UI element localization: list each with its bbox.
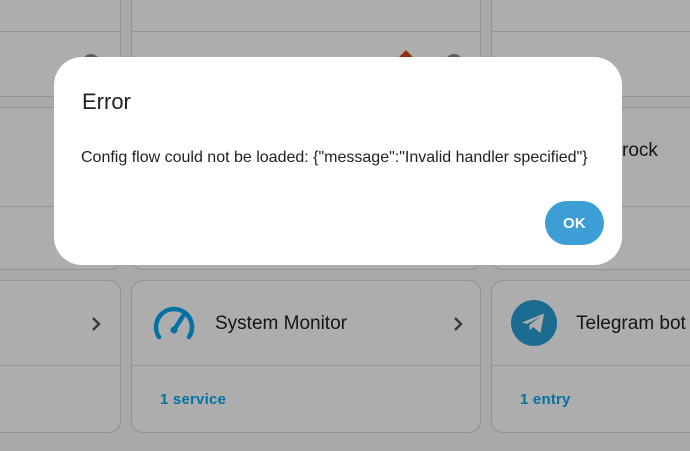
- ok-button[interactable]: OK: [545, 201, 604, 245]
- dialog-message: Config flow could not be loaded: {"messa…: [81, 149, 588, 166]
- error-dialog: Error Config flow could not be loaded: {…: [54, 57, 622, 265]
- dialog-title: Error: [82, 89, 131, 114]
- integrations-page: rock System Monitor 1 service Telegram b…: [0, 0, 690, 451]
